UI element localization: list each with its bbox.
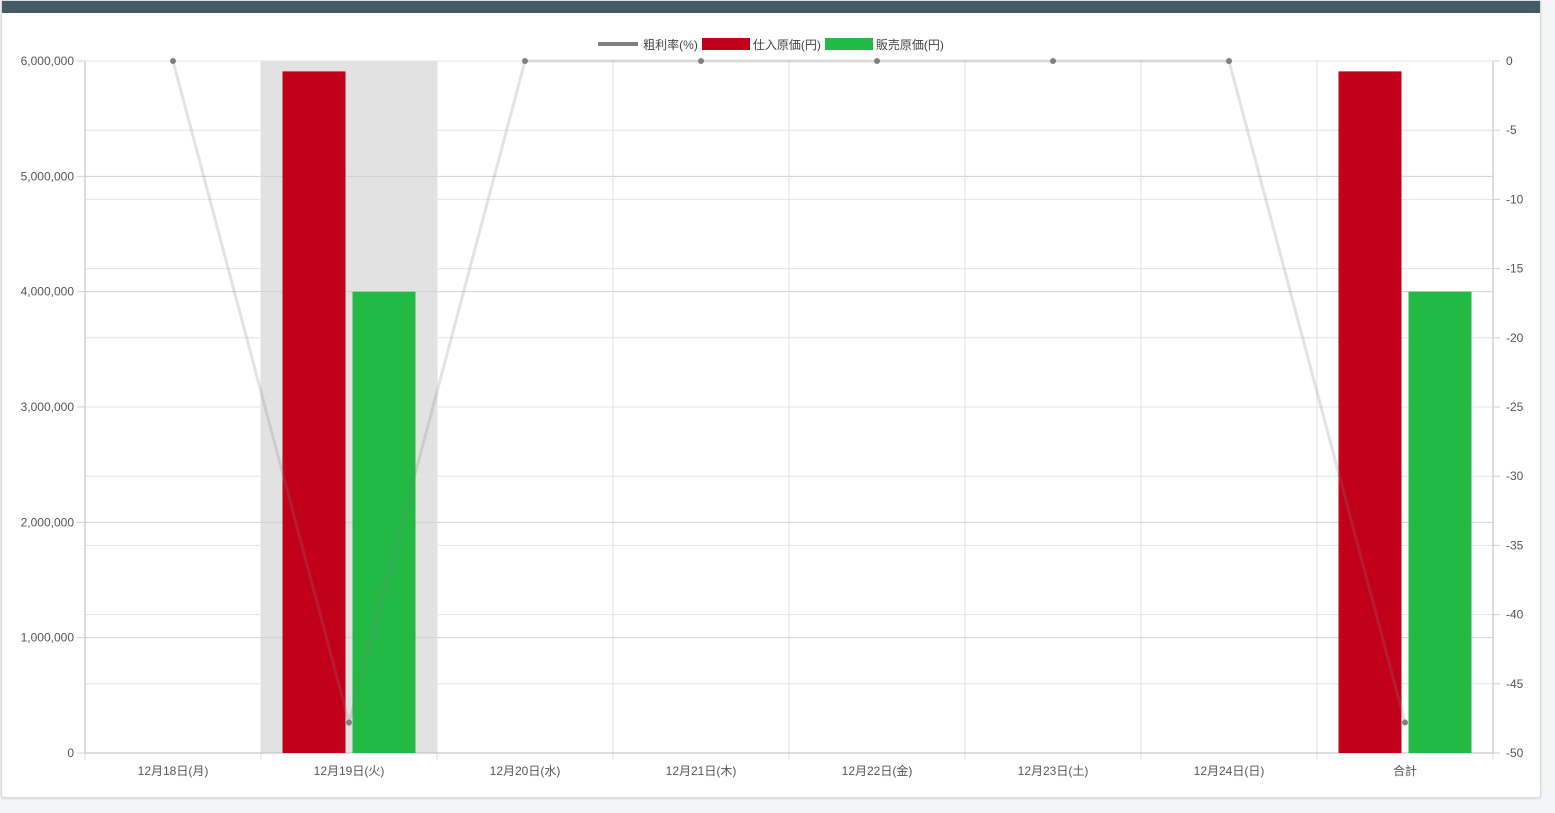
y-right-tick-label: -45 <box>1506 677 1524 691</box>
y-left-tick-label: 3,000,000 <box>21 400 75 414</box>
y-right-tick-label: -15 <box>1506 262 1524 276</box>
point-gross-margin <box>522 58 528 64</box>
x-tick-label: 12月18日(月) <box>138 764 209 778</box>
x-tick-label: 12月21日(木) <box>666 764 737 778</box>
x-tick-label: 12月20日(水) <box>490 764 561 778</box>
y-right-tick-label: -20 <box>1506 331 1524 345</box>
y-right-tick-label: -50 <box>1506 746 1524 760</box>
y-left-tick-label: 4,000,000 <box>21 285 75 299</box>
point-gross-margin <box>1050 58 1056 64</box>
y-right-tick-label: -5 <box>1506 123 1517 137</box>
point-gross-margin <box>1226 58 1232 64</box>
x-tick-label: 12月22日(金) <box>842 763 913 778</box>
y-right-tick-label: -35 <box>1506 538 1524 552</box>
y-right-tick-label: -10 <box>1506 192 1524 206</box>
x-tick-label: 12月23日(土) <box>1018 764 1089 778</box>
chart-panel: 粗利率(%) 仕入原価(円) 販売原価(円) 0 1,000,000 2,000,0… <box>1 0 1541 798</box>
y-right-tick-label: -25 <box>1506 400 1524 414</box>
point-gross-margin <box>1402 719 1408 726</box>
bar-purchase-cost <box>1338 71 1402 753</box>
bar-sales-cost <box>1408 291 1472 753</box>
y-left-tick-label: 0 <box>67 746 74 760</box>
bar-sales-cost <box>352 291 416 753</box>
point-gross-margin <box>346 719 352 726</box>
y-right-tick-label: 0 <box>1506 54 1513 68</box>
y-right-tick-label: -40 <box>1506 608 1524 622</box>
x-tick-label: 合計 <box>1393 763 1417 778</box>
combo-chart: 0 1,000,000 2,000,000 3,000,000 4,000,000 5,0… <box>21 54 1524 778</box>
y-left-tick-label: 2,000,000 <box>21 515 75 529</box>
x-tick-label: 12月24日(日) <box>1194 764 1265 778</box>
point-gross-margin <box>874 58 880 64</box>
x-tick-label: 12月19日(火) <box>314 764 385 778</box>
y-left-tick-label: 1,000,000 <box>21 631 75 645</box>
y-left-tick-label: 5,000,000 <box>21 169 75 183</box>
bar-purchase-cost <box>282 71 346 753</box>
point-gross-margin <box>170 58 176 64</box>
point-gross-margin <box>698 58 704 64</box>
y-left-tick-label: 6,000,000 <box>21 54 75 68</box>
y-right-tick-label: -30 <box>1506 469 1524 483</box>
